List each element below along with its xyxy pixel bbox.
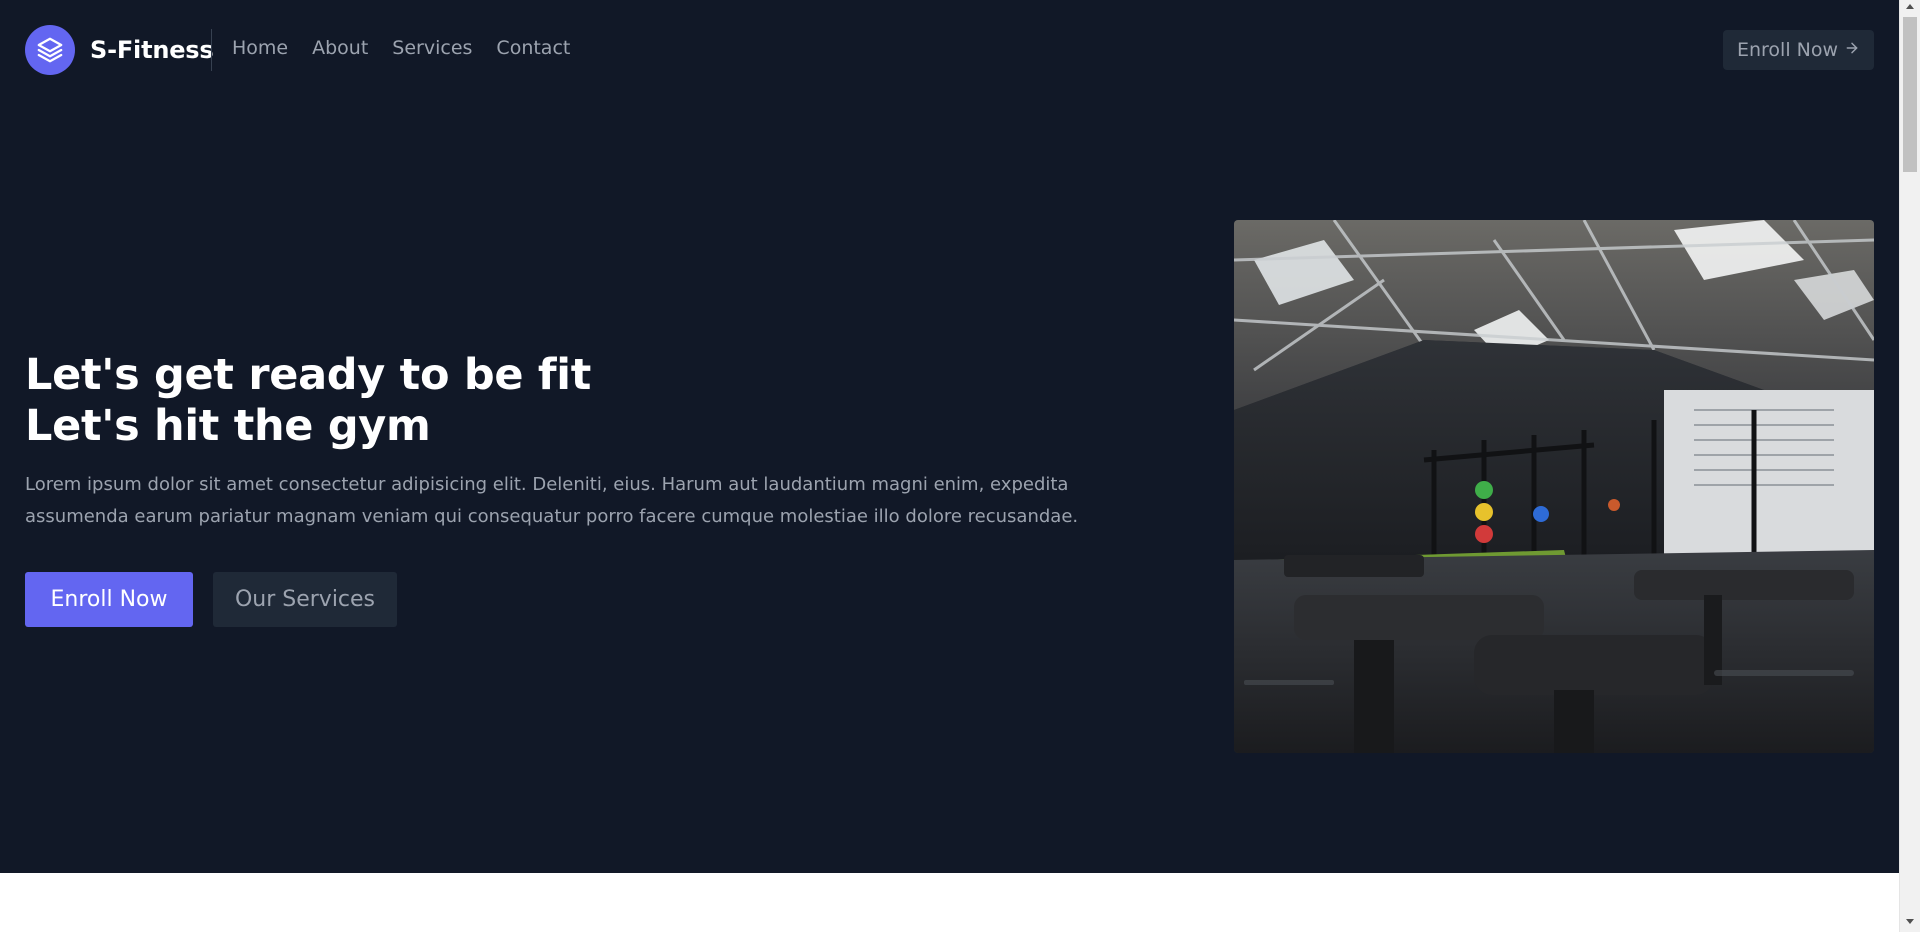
- layers-icon: [25, 25, 75, 75]
- gym-image: [1234, 220, 1874, 753]
- hero-paragraph: Lorem ipsum dolor sit amet consectetur a…: [25, 469, 1085, 533]
- scrollbar-thumb[interactable]: [1903, 17, 1917, 172]
- header-enroll-label: Enroll Now: [1736, 39, 1839, 61]
- nav-divider: [211, 29, 212, 71]
- hero-headline: Let's get ready to be fit Let's hit the …: [25, 350, 591, 452]
- our-services-button[interactable]: Our Services: [213, 572, 397, 627]
- enroll-now-button[interactable]: Enroll Now: [25, 572, 193, 627]
- paragraph-line-1: Lorem ipsum dolor sit amet consectetur a…: [25, 474, 1069, 495]
- nav-contact-link[interactable]: Contact: [496, 37, 570, 59]
- main-nav: Home About Services Contact: [232, 37, 570, 59]
- page: S-Fitness Home About Services Contact En…: [0, 0, 1899, 932]
- headline-line-1: Let's get ready to be fit: [25, 350, 591, 400]
- vertical-scrollbar[interactable]: [1899, 0, 1920, 932]
- header-enroll-button[interactable]: Enroll Now: [1723, 30, 1874, 70]
- hero-section: S-Fitness Home About Services Contact En…: [0, 0, 1899, 873]
- paragraph-line-2: assumenda earum pariatur magnam veniam q…: [25, 506, 1079, 527]
- nav-about-link[interactable]: About: [312, 37, 368, 59]
- arrow-right-icon: [1844, 39, 1860, 61]
- nav-services-link[interactable]: Services: [392, 37, 472, 59]
- headline-line-2: Let's hit the gym: [25, 401, 431, 451]
- site-header: S-Fitness Home About Services Contact En…: [0, 0, 1899, 102]
- nav-home-link[interactable]: Home: [232, 37, 288, 59]
- logo-link[interactable]: S-Fitness: [25, 25, 214, 75]
- scroll-down-icon[interactable]: [1906, 919, 1914, 924]
- gym-illustration: [1234, 220, 1874, 753]
- scroll-up-icon[interactable]: [1906, 4, 1914, 9]
- brand-name: S-Fitness: [90, 36, 214, 64]
